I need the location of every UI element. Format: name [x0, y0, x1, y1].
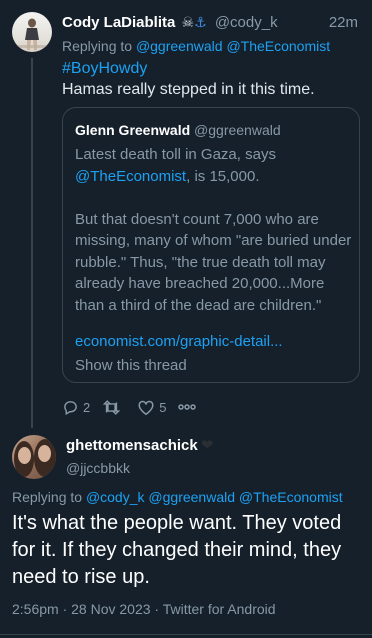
quote-display-name[interactable]: Glenn Greenwald [75, 122, 190, 138]
mention-link[interactable]: @cody_k [86, 489, 145, 505]
avatar[interactable] [12, 12, 52, 52]
quoted-tweet-card[interactable]: Glenn Greenwald @ggreenwald Latest death… [62, 107, 360, 383]
reply-button[interactable]: 2 [62, 399, 90, 416]
name-emoji: ☠⚓ [181, 14, 207, 30]
mention-link[interactable]: @TheEconomist [75, 168, 186, 185]
analytics-button[interactable] [178, 403, 197, 411]
quote-handle[interactable]: @ggreenwald [194, 122, 281, 138]
tweet-actions: 2 5 [62, 396, 208, 418]
tweet-parent[interactable]: Cody LaDiablita ☠⚓ @cody_k 22m Replying … [0, 0, 372, 428]
mention-link[interactable]: @TheEconomist [239, 489, 343, 505]
thread-connector-line [31, 58, 33, 428]
reply-icon [64, 400, 77, 415]
reply-count: 2 [83, 399, 91, 415]
retweet-icon [102, 399, 121, 415]
mention-link[interactable]: @ggreenwald [136, 38, 223, 54]
avatar[interactable] [12, 435, 56, 479]
avatar-photo [18, 18, 46, 50]
quote-header: Glenn Greenwald @ggreenwald [75, 122, 281, 138]
quote-line-1: Latest death toll in Gaza, says @TheEcono… [75, 144, 355, 187]
display-name[interactable]: ghettomensachick [66, 437, 198, 454]
quote-body: Latest death toll in Gaza, says @TheEcono… [75, 144, 355, 316]
mention-link[interactable]: @TheEconomist [226, 38, 330, 54]
tweet-time[interactable]: 22m [329, 14, 358, 31]
quote-text: Latest death toll in Gaza, says [75, 146, 276, 163]
more-icon [178, 404, 197, 410]
black-heart-icon: ❤ [200, 437, 214, 454]
divider [0, 634, 372, 635]
article-link[interactable]: economist.com/graphic-detail... [75, 333, 283, 350]
like-button[interactable]: 5 [137, 399, 166, 416]
hashtag-link[interactable]: #BoyHowdy [62, 58, 315, 79]
mention-link[interactable]: @ggreenwald [148, 489, 235, 505]
replying-to: Replying to @ggreenwald @TheEconomist [62, 38, 330, 54]
like-count: 5 [159, 399, 167, 415]
quote-text: , is 15,000. [186, 167, 260, 185]
tweet-body: It's what the people want. They voted fo… [12, 512, 342, 588]
user-handle[interactable]: @jjccbbkk [66, 460, 130, 476]
retweet-button[interactable] [102, 399, 125, 416]
tweet-timestamp[interactable]: 2:56pm · 28 Nov 2023 · Twitter for Andro… [12, 601, 276, 617]
display-name[interactable]: Cody LaDiablita [62, 14, 175, 31]
tweet-body: Hamas really stepped in it this time. [62, 81, 315, 98]
tweet-text: #BoyHowdy Hamas really stepped in it thi… [62, 58, 315, 100]
tweet-header: Cody LaDiablita ☠⚓ @cody_k 22m [62, 14, 362, 34]
replying-label: Replying to [62, 38, 133, 54]
show-thread-link[interactable]: Show this thread [75, 357, 187, 374]
quote-paragraph-2: But that doesn't count 7,000 who are mis… [75, 210, 352, 314]
replying-to: Replying to @cody_k @ggreenwald @TheEcon… [12, 489, 343, 505]
user-handle[interactable]: @cody_k [215, 14, 278, 31]
heart-icon [138, 400, 154, 415]
tweet-author: ghettomensachick ❤ [66, 436, 213, 454]
replying-label: Replying to [12, 489, 83, 505]
